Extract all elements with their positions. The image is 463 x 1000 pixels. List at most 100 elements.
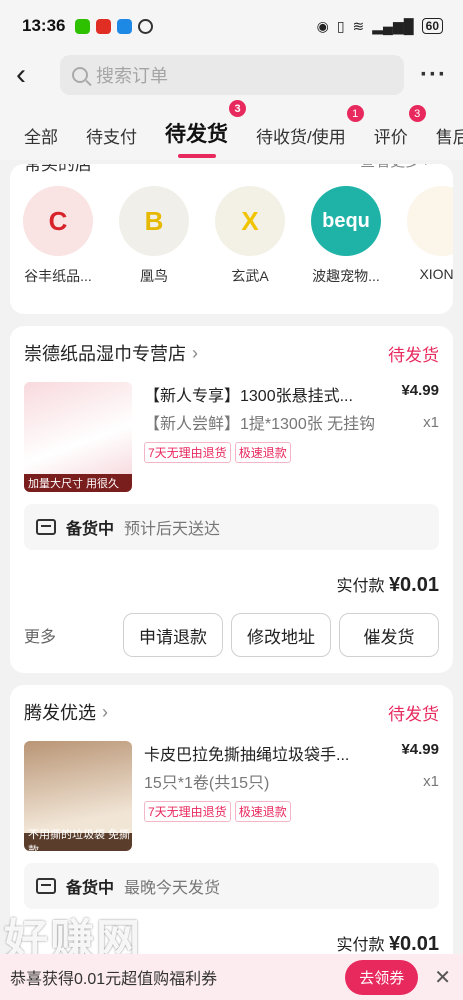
- order-status: 待发货: [388, 345, 439, 365]
- shipping-status-box[interactable]: 备货中 最晚今天发货: [24, 863, 439, 909]
- service-tag: 7天无理由退货: [144, 441, 231, 463]
- item-info: 【新人专享】1300张悬挂式... ¥4.99 【新人尝鲜】1提*1300张 无…: [144, 382, 439, 492]
- order-card: 崇德纸品湿巾专营店 › 待发货 加量大尺寸 用很久 【新人专享】1300张悬挂式…: [10, 326, 453, 673]
- shipping-status-box[interactable]: 备货中 预计后天送达: [24, 504, 439, 550]
- top-bar: ‹ 搜索订单 ···: [0, 52, 463, 98]
- refund-button[interactable]: 申请退款: [123, 613, 223, 657]
- store-name: 腾发优选: [24, 703, 96, 723]
- tab-badge: 1: [346, 105, 364, 122]
- chevron-right-icon: ›: [192, 342, 198, 363]
- battery-icon: 60: [421, 18, 443, 34]
- tab-after-sales[interactable]: 售后: [436, 123, 463, 160]
- back-icon[interactable]: ‹: [16, 58, 60, 92]
- product-spec: 【新人尝鲜】1提*1300张 无挂钩: [144, 416, 376, 433]
- order-status: 待发货: [388, 704, 439, 724]
- total-label: 实付款: [336, 937, 385, 954]
- shop-name: 波趣宠物...: [312, 268, 380, 284]
- eye-icon: ◉: [316, 17, 329, 34]
- shipping-status: 备货中: [66, 521, 115, 538]
- shop-item[interactable]: X 玄武A: [214, 186, 286, 286]
- tab-pending-payment[interactable]: 待支付: [86, 123, 137, 160]
- product-price: ¥4.99: [401, 741, 439, 758]
- order-item[interactable]: 不用撕的垃圾袋 免撕款 卡皮巴拉免撕抽绳垃圾袋手... ¥4.99 15只*1卷…: [24, 741, 439, 851]
- store-name-link[interactable]: 崇德纸品湿巾专营店 ›: [24, 340, 198, 366]
- service-tag: 7天无理由退货: [144, 800, 231, 822]
- product-thumbnail: 不用撕的垃圾袋 免撕款: [24, 741, 132, 851]
- shop-logo: bequ: [311, 186, 381, 256]
- shops-header: 常买的店 查看更多 >: [24, 164, 433, 175]
- order-actions: 更多 申请退款 修改地址 催发货: [24, 613, 439, 657]
- shop-name: 凰鸟: [140, 268, 168, 284]
- status-bar: 13:36 ◉ ▯ ≋ ▂▄▆█ 60: [0, 0, 463, 52]
- thumbnail-caption: 不用撕的垃圾袋 免撕款: [24, 829, 132, 851]
- service-tags: 7天无理由退货 极速退款: [144, 441, 439, 463]
- shop-logo: X: [215, 186, 285, 256]
- shop-name: XIONG: [419, 266, 453, 282]
- signal-icon: ▂▄▆█: [372, 17, 414, 34]
- service-tag: 极速退款: [234, 441, 291, 463]
- order-header: 腾发优选 › 待发货: [24, 699, 439, 725]
- shipping-status: 备货中: [66, 880, 115, 897]
- message-icon: [117, 18, 133, 34]
- order-header: 崇德纸品湿巾专营店 › 待发货: [24, 340, 439, 366]
- shipping-estimate: 预计后天送达: [124, 521, 221, 538]
- shop-list: C 谷丰纸品... B 凰鸟 X 玄武A bequ 波趣宠物... XIONG: [22, 164, 453, 286]
- product-thumbnail: 加量大尺寸 用很久: [24, 382, 132, 492]
- shop-item[interactable]: B 凰鸟: [118, 186, 190, 286]
- package-icon: [36, 878, 56, 894]
- close-icon[interactable]: ✕: [434, 965, 451, 990]
- status-right: ◉ ▯ ≋ ▂▄▆█ 60: [317, 18, 443, 35]
- order-tabs: 全部 待支付 待发货 3 待收货/使用 1 评价 3 售后: [0, 98, 463, 160]
- claim-coupon-button[interactable]: 去领券: [345, 959, 419, 995]
- wifi-icon: ≋: [352, 17, 365, 34]
- product-spec: 15只*1卷(共15只): [144, 775, 270, 792]
- total-label: 实付款: [336, 578, 385, 595]
- wechat-icon: [75, 18, 91, 34]
- app-icon: [96, 18, 112, 34]
- product-title: 卡皮巴拉免撕抽绳垃圾袋手...: [144, 747, 350, 764]
- shop-logo: [407, 186, 453, 256]
- change-address-button[interactable]: 修改地址: [231, 613, 331, 657]
- product-quantity: x1: [423, 414, 439, 431]
- total-amount: ¥0.01: [388, 933, 439, 955]
- coupon-banner[interactable]: 恭喜获得0.01元超值购福利券 去领券 ✕: [0, 954, 463, 1000]
- vibrate-icon: ▯: [336, 17, 345, 34]
- notification-icons: [75, 18, 154, 34]
- shop-item[interactable]: C 谷丰纸品...: [22, 186, 94, 286]
- thumbnail-caption: 加量大尺寸 用很久: [24, 474, 132, 492]
- store-name: 崇德纸品湿巾专营店: [24, 344, 186, 364]
- product-title: 【新人专享】1300张悬挂式...: [144, 388, 353, 405]
- more-actions-button[interactable]: 更多: [24, 623, 56, 647]
- shop-name: 谷丰纸品...: [24, 268, 92, 284]
- order-item[interactable]: 加量大尺寸 用很久 【新人专享】1300张悬挂式... ¥4.99 【新人尝鲜】…: [24, 382, 439, 492]
- shop-logo: C: [23, 186, 93, 256]
- search-icon: [72, 67, 88, 83]
- tab-badge: 3: [229, 100, 246, 117]
- speed-icon: [138, 18, 154, 34]
- tab-pending-shipment[interactable]: 待发货 3: [165, 100, 246, 160]
- shops-more-link[interactable]: 查看更多 >: [360, 164, 433, 175]
- shop-name: 玄武A: [231, 268, 269, 284]
- product-price: ¥4.99: [401, 382, 439, 399]
- search-input[interactable]: 搜索订单: [60, 55, 405, 95]
- tab-all[interactable]: 全部: [24, 123, 58, 160]
- package-icon: [36, 519, 56, 535]
- total-amount: ¥0.01: [388, 574, 439, 596]
- urge-shipment-button[interactable]: 催发货: [339, 613, 439, 657]
- banner-text: 恭喜获得0.01元超值购福利券: [10, 971, 218, 988]
- shipping-estimate: 最晚今天发货: [124, 880, 221, 897]
- shop-item[interactable]: XIONG: [406, 186, 453, 286]
- tab-review[interactable]: 评价 3: [374, 105, 426, 160]
- service-tags: 7天无理由退货 极速退款: [144, 800, 439, 822]
- more-options-icon[interactable]: ···: [420, 61, 447, 89]
- shop-item[interactable]: bequ 波趣宠物...: [310, 186, 382, 286]
- store-name-link[interactable]: 腾发优选 ›: [24, 699, 108, 725]
- shops-title: 常买的店: [24, 164, 92, 174]
- status-time: 13:36: [22, 16, 66, 35]
- frequent-shops-card: 常买的店 查看更多 > C 谷丰纸品... B 凰鸟 X 玄武A bequ 波趣…: [10, 164, 453, 314]
- product-quantity: x1: [423, 773, 439, 790]
- order-total: 实付款 ¥0.01: [24, 572, 439, 597]
- tab-pending-receipt[interactable]: 待收货/使用 1: [256, 105, 364, 160]
- tab-badge: 3: [408, 105, 426, 122]
- shop-logo: B: [119, 186, 189, 256]
